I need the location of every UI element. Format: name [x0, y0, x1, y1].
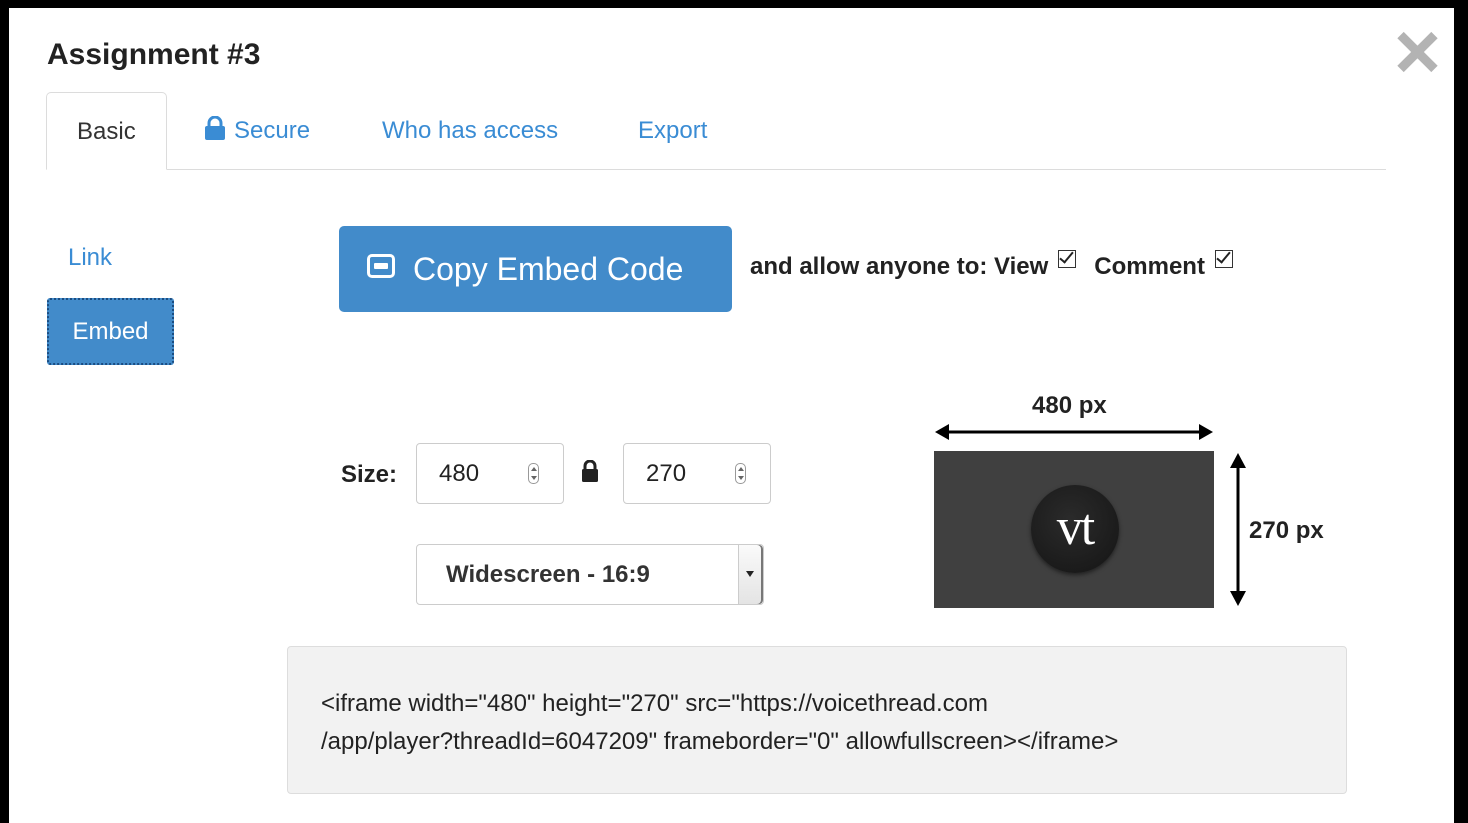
embed-preview: vt: [934, 451, 1214, 608]
embed-code-line-2: /app/player?threadId=6047209" frameborde…: [321, 728, 1119, 755]
voicethread-logo: vt: [1031, 485, 1119, 573]
embed-code-text[interactable]: <iframe width="480" height="270" src="ht…: [321, 685, 1321, 761]
embed-code-box[interactable]: <iframe width="480" height="270" src="ht…: [287, 646, 1347, 794]
embed-dialog: Assignment #3 Basic Secure Who has acces…: [9, 8, 1454, 823]
preview-height-label: 270 px: [1249, 517, 1324, 544]
logo-text: vt: [1056, 499, 1095, 556]
embed-code-line-1: <iframe width="480" height="270" src="ht…: [321, 690, 988, 717]
